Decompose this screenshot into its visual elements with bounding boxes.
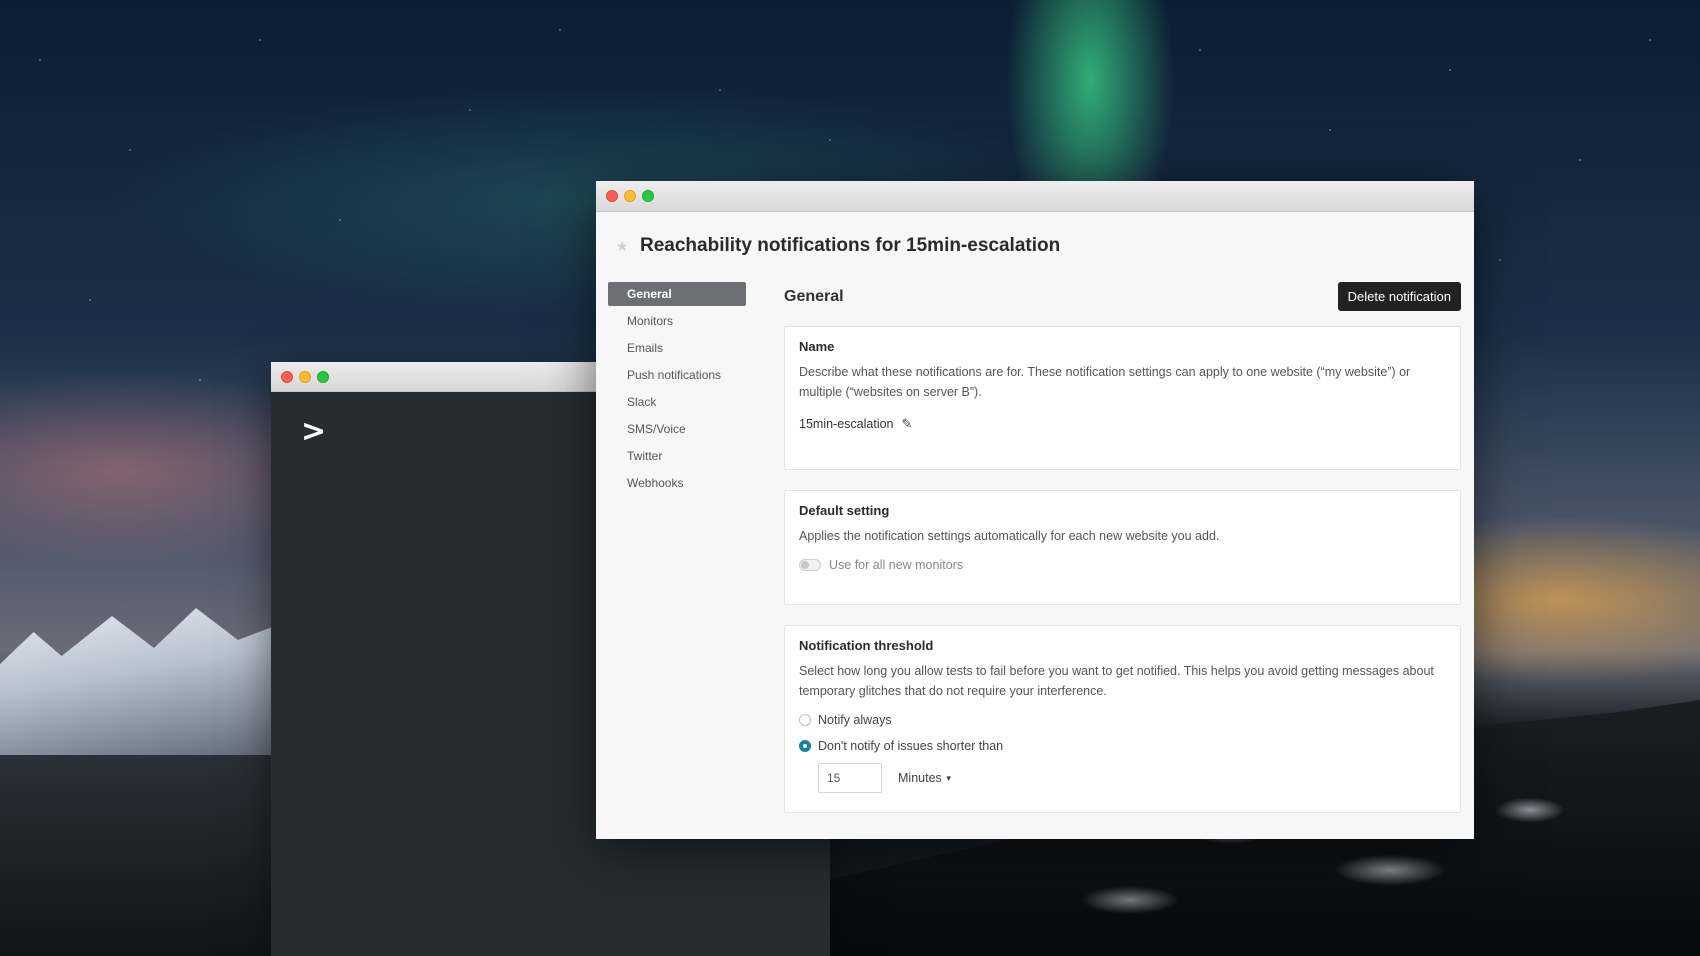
threshold-card-title: Notification threshold (799, 638, 934, 653)
name-card: Name Describe what these notifications a… (784, 326, 1461, 470)
notify-always-radio[interactable] (799, 714, 811, 726)
dont-notify-shorter-option[interactable]: Don't notify of issues shorter than (799, 737, 1446, 755)
default-card-description: Applies the notification settings automa… (799, 529, 1220, 543)
notify-always-label[interactable]: Notify always (818, 713, 892, 727)
minimize-window-button[interactable] (624, 190, 636, 202)
terminal-prompt[interactable]: > (301, 414, 326, 449)
toggle-label: Use for all new monitors (829, 558, 964, 572)
star-icon[interactable]: ★ (616, 238, 630, 255)
close-window-button[interactable] (281, 371, 293, 383)
zoom-window-button[interactable] (642, 190, 654, 202)
sidebar-item-twitter[interactable]: Twitter (608, 444, 746, 471)
default-setting-card: Default setting Applies the notification… (784, 490, 1461, 605)
pencil-icon[interactable]: ✎ (902, 416, 913, 432)
sidebar-item-monitors[interactable]: Monitors (608, 309, 746, 336)
default-toggle-row: Use for all new monitors (799, 558, 1446, 572)
sidebar-item-slack[interactable]: Slack (608, 390, 746, 417)
wallpaper-mountain (0, 608, 280, 760)
notifications-window: ★ Reachability notifications for 15min-e… (596, 181, 1474, 839)
content-header: General Delete notification (784, 282, 1461, 312)
section-title: General (784, 288, 844, 305)
threshold-minutes-input[interactable] (818, 763, 882, 793)
terminal-window-controls (281, 371, 329, 383)
delete-notification-button[interactable]: Delete notification (1337, 282, 1461, 311)
sidebar-item-emails[interactable]: Emails (608, 336, 746, 363)
close-window-button[interactable] (606, 190, 618, 202)
page-title: Reachability notifications for 15min-esc… (640, 235, 1061, 256)
sidebar-item-webhooks[interactable]: Webhooks (608, 471, 746, 498)
default-card-title: Default setting (799, 503, 890, 518)
notification-name-value: 15min-escalation (799, 417, 894, 431)
threshold-unit-select[interactable]: Minutes ▼ (898, 771, 953, 785)
dont-notify-shorter-label[interactable]: Don't notify of issues shorter than (818, 739, 1003, 753)
page-header: ★ Reachability notifications for 15min-e… (616, 235, 1060, 257)
caret-down-icon: ▼ (944, 773, 953, 783)
wallpaper-lake (0, 755, 280, 956)
window-titlebar[interactable] (596, 181, 1474, 212)
dont-notify-shorter-radio[interactable] (799, 740, 811, 752)
name-card-title: Name (799, 339, 835, 354)
sidebar-nav: General Monitors Emails Push notificatio… (608, 282, 746, 498)
sidebar-item-general[interactable]: General (608, 282, 746, 306)
window-controls (606, 190, 654, 202)
sidebar-item-push-notifications[interactable]: Push notifications (608, 363, 746, 390)
name-card-description: Describe what these notifications are fo… (799, 365, 1411, 399)
notification-threshold-card: Notification threshold Select how long y… (784, 625, 1461, 813)
name-value-row: 15min-escalation ✎ (799, 416, 1446, 432)
main-content: General Delete notification Name Describ… (784, 282, 1461, 833)
zoom-window-button[interactable] (317, 371, 329, 383)
notify-always-option[interactable]: Notify always (799, 711, 1446, 729)
threshold-unit-label[interactable]: Minutes (898, 771, 942, 785)
minimize-window-button[interactable] (299, 371, 311, 383)
threshold-value-row: Minutes ▼ (818, 763, 1446, 793)
threshold-card-description: Select how long you allow tests to fail … (799, 664, 1434, 698)
use-for-new-monitors-toggle[interactable] (799, 559, 821, 571)
sidebar-item-sms-voice[interactable]: SMS/Voice (608, 417, 746, 444)
